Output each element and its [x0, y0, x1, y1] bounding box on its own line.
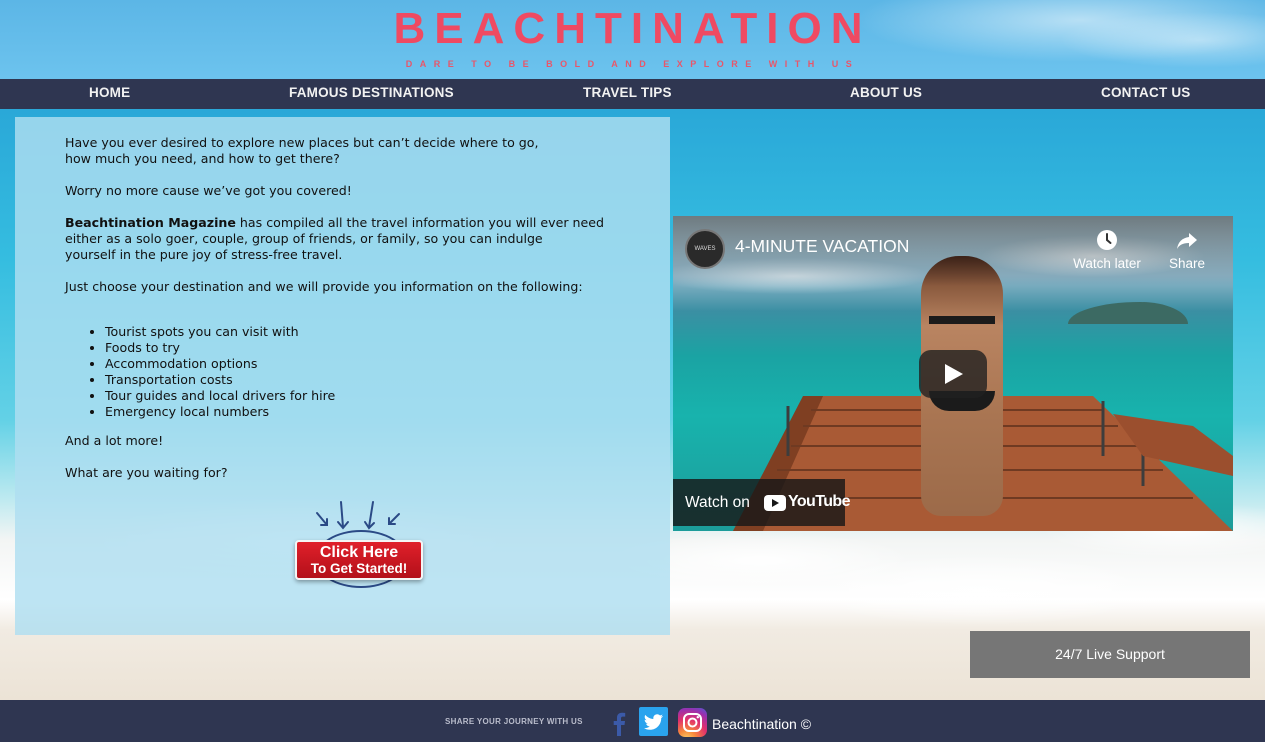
intro-p3-line1: has compiled all the travel information … [235, 215, 604, 230]
intro-panel: Have you ever desired to explore new pla… [15, 117, 670, 635]
site-header: BEACHTINATION DARE TO BE BOLD AND EXPLOR… [0, 0, 1265, 79]
video-player[interactable]: WAVES 4-MINUTE VACATION Watch later Shar… [673, 216, 1233, 531]
intro-p3-line2: either as a solo goer, couple, group of … [65, 231, 543, 246]
instagram-icon[interactable] [678, 708, 707, 737]
get-started-button[interactable]: Click Here To Get Started! [295, 500, 425, 590]
intro-paragraph-2: Worry no more cause we’ve got you covere… [65, 183, 352, 198]
intro-paragraph-4: Just choose your destination and we will… [65, 279, 583, 294]
video-person-detail [929, 316, 995, 324]
list-item: Tour guides and local drivers for hire [105, 388, 645, 404]
share-label: Share [1168, 256, 1206, 271]
nav-item-contact-us[interactable]: CONTACT US [1101, 79, 1191, 109]
share-icon [1177, 233, 1197, 249]
watch-on-label: Watch on [685, 494, 750, 511]
site-footer: SHARE YOUR JOURNEY WITH US Beachtination… [0, 700, 1265, 742]
clock-icon [1097, 230, 1117, 250]
nav-item-travel-tips[interactable]: TRAVEL TIPS [583, 79, 672, 109]
intro-paragraph-1: Have you ever desired to explore new pla… [65, 135, 645, 167]
nav-item-home[interactable]: HOME [89, 79, 130, 109]
footer-brand: Beachtination © [712, 716, 812, 732]
facebook-icon[interactable] [605, 708, 634, 737]
watch-later-label: Watch later [1073, 256, 1141, 271]
cta-label[interactable]: Click Here To Get Started! [295, 540, 423, 580]
intro-p3-line3: yourself in the pure joy of stress-free … [65, 247, 343, 262]
intro-paragraph-3: Beachtination Magazine has compiled all … [65, 215, 645, 263]
share-button[interactable]: Share [1151, 228, 1223, 271]
intro-paragraph-5: And a lot more! [65, 433, 164, 448]
youtube-logo-icon [764, 495, 786, 511]
list-item: Emergency local numbers [105, 404, 645, 420]
magazine-name: Beachtination Magazine [65, 215, 236, 230]
intro-p1-line2: how much you need, and how to get there? [65, 151, 340, 166]
play-icon [945, 364, 963, 384]
list-item: Foods to try [105, 340, 645, 356]
play-button[interactable] [919, 350, 987, 398]
intro-paragraph-6: What are you waiting for? [65, 465, 228, 480]
channel-avatar[interactable]: WAVES [685, 229, 725, 269]
watch-on-youtube-button[interactable]: Watch on YouTube [673, 479, 850, 526]
list-item: Tourist spots you can visit with [105, 324, 645, 340]
nav-item-famous-destinations[interactable]: FAMOUS DESTINATIONS [289, 79, 454, 109]
watch-later-button[interactable]: Watch later [1071, 228, 1143, 271]
twitter-icon[interactable] [639, 707, 668, 736]
nav-item-about-us[interactable]: ABOUT US [850, 79, 922, 109]
list-item: Transportation costs [105, 372, 645, 388]
live-support-button[interactable]: 24/7 Live Support [970, 631, 1250, 678]
arrows-icon [316, 501, 400, 530]
feature-list: Tourist spots you can visit with Foods t… [105, 324, 645, 420]
site-tagline: DARE TO BE BOLD AND EXPLORE WITH US [405, 59, 860, 69]
cta-line-1: Click Here [319, 544, 399, 561]
site-logo[interactable]: BEACHTINATION [0, 4, 1265, 54]
cta-line-2: To Get Started! [310, 561, 408, 576]
main-nav: HOME FAMOUS DESTINATIONS TRAVEL TIPS ABO… [0, 79, 1265, 109]
youtube-wordmark: YouTube [788, 493, 850, 510]
list-item: Accommodation options [105, 356, 645, 372]
share-journey-text: SHARE YOUR JOURNEY WITH US [445, 717, 583, 726]
intro-p1-line1: Have you ever desired to explore new pla… [65, 135, 539, 150]
video-title[interactable]: 4-MINUTE VACATION [735, 236, 909, 257]
intro-text: Have you ever desired to explore new pla… [65, 135, 645, 497]
